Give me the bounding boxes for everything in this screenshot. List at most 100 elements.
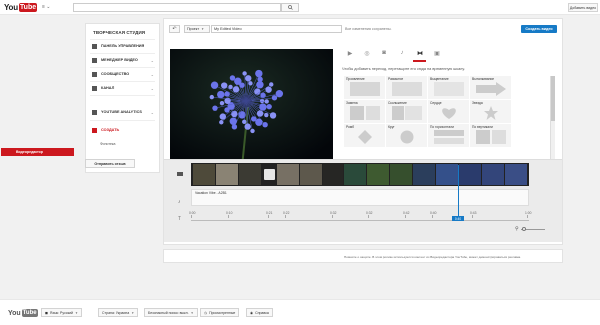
create-icon [92, 127, 97, 133]
editor-footer: Помните о защите. В этом ролике использу… [163, 249, 563, 263]
vertical-bars-icon [476, 130, 506, 144]
language-button[interactable]: ◼ Язык: Русский ▼ [41, 308, 83, 317]
guide-menu-button[interactable]: ≡ ⌄ [42, 4, 51, 10]
nav-subitem-audio-library[interactable]: Фонотека [100, 142, 115, 146]
page-footer: You Tube ◼ Язык: Русский ▼ Страна: Украи… [0, 299, 600, 325]
language-icon: ◼ [45, 310, 48, 315]
help-icon: ◉ [250, 310, 254, 315]
transition-vertical[interactable]: По вертикали [470, 124, 511, 147]
chevron-down-icon: ⌄ [150, 85, 154, 91]
tab-transitions[interactable]: ⧓ [414, 48, 426, 58]
video-preview[interactable] [170, 49, 333, 167]
safety-mode-button[interactable]: Безопасный поиск: выкл. ▼ [144, 308, 198, 317]
diamond-icon [358, 130, 372, 144]
nav-item-dashboard[interactable]: ПАНЕЛЬ УПРАВЛЕНИЯ [86, 40, 159, 52]
playhead[interactable] [458, 165, 459, 220]
ruler-tick [405, 215, 406, 218]
nav-item-label: YOUTUBE ANALYTICS [101, 110, 142, 114]
clip-thumbnail[interactable] [323, 164, 343, 185]
clip-thumbnail[interactable] [390, 164, 412, 185]
transition-label: По горизонтали [430, 125, 454, 129]
community-icon [92, 71, 97, 77]
search-icon [287, 5, 293, 10]
ruler-label: 0:43 [470, 211, 477, 215]
clip-thumbnail[interactable] [300, 164, 322, 185]
scrollbar-thumb[interactable] [551, 76, 555, 121]
video-editor-panel: ↶ Проект▼ Все изменения сохранены. Созда… [163, 18, 563, 245]
transition-circle[interactable]: Круг [386, 124, 427, 147]
project-title-input[interactable] [211, 25, 342, 33]
text-track-icon: T [178, 216, 182, 222]
search-input[interactable] [73, 3, 281, 12]
clip-thumbnail[interactable] [193, 164, 215, 185]
undo-button[interactable]: ↶ [169, 25, 180, 33]
tab-audio[interactable]: ♪ [396, 48, 408, 58]
divider [90, 120, 155, 121]
video-track-icon [177, 172, 183, 176]
ruler-tick [228, 215, 229, 218]
transition-push[interactable]: Выталкивание [470, 76, 511, 99]
transition-crossfade[interactable]: Проявление [344, 76, 385, 99]
ruler-label: 0:10 [226, 211, 233, 215]
audio-track[interactable] [191, 189, 529, 206]
clip-thumbnail[interactable] [367, 164, 389, 185]
clip-thumbnail[interactable] [505, 164, 527, 185]
transition-swap[interactable]: Замена [344, 100, 385, 123]
upload-button[interactable]: Добавить видео [568, 3, 598, 12]
dashboard-icon [92, 43, 97, 49]
playhead-time: 0:40 [452, 216, 464, 221]
transition-label: Выталкивание [472, 77, 495, 81]
clip-thumbnail[interactable] [459, 164, 481, 185]
transition-diamond[interactable]: Ромб [344, 124, 385, 147]
nav-item-create[interactable]: СОЗДАТЬ [86, 124, 159, 136]
country-button[interactable]: Страна: Украина ▼ [98, 308, 139, 317]
safety-label: Безопасный поиск: выкл. [148, 310, 189, 315]
zoom-slider-handle[interactable] [522, 227, 526, 231]
analytics-icon [92, 109, 97, 115]
tab-creative-commons[interactable]: ◎ [361, 48, 373, 58]
create-video-button[interactable]: Создать видео [521, 25, 557, 33]
logo-tube-text: Tube [18, 3, 38, 12]
transition-horizontal[interactable]: По горизонтали [428, 124, 469, 147]
logo-you-text: You [4, 3, 18, 12]
clip-thumbnail[interactable] [344, 164, 366, 185]
transition-heart[interactable]: Сердце [428, 100, 469, 123]
nav-subitem-label: Видеоредактор [16, 149, 43, 154]
nav-subitem-video-editor[interactable]: Видеоредактор [1, 148, 74, 156]
nav-item-community[interactable]: СООБЩЕСТВО ⌄ [86, 68, 159, 80]
ruler-tick [432, 215, 433, 218]
transition-label: Замена [346, 101, 358, 105]
youtube-logo[interactable]: You Tube [4, 2, 38, 13]
transition-fade[interactable]: Выцветание [428, 76, 469, 99]
search-button[interactable] [281, 3, 299, 12]
transition-blur[interactable]: Размытие [386, 76, 427, 99]
timeline-ruler[interactable] [191, 220, 529, 221]
clip-thumbnail[interactable] [413, 164, 435, 185]
tab-videos[interactable]: ▶ [344, 48, 356, 58]
nav-item-analytics[interactable]: YOUTUBE ANALYTICS ⌄ [86, 106, 159, 118]
tab-text[interactable]: ▣ [431, 48, 443, 58]
creator-studio-nav: ТВОРЧЕСКАЯ СТУДИЯ ПАНЕЛЬ УПРАВЛЕНИЯ МЕНЕ… [85, 23, 160, 173]
transition-star[interactable]: Звезда [470, 100, 511, 123]
heart-icon [442, 108, 456, 119]
clip-thumbnail[interactable] [482, 164, 504, 185]
clip-thumbnail[interactable] [436, 164, 458, 185]
logo-you-text: You [8, 309, 21, 317]
language-label: Язык: Русский [49, 310, 74, 315]
send-feedback-button[interactable]: Отправить отзыв [85, 159, 135, 168]
clip-thumbnail[interactable] [216, 164, 238, 185]
clip-thumbnail[interactable] [239, 164, 261, 185]
project-dropdown[interactable]: Проект ▼ [184, 25, 210, 33]
chevron-down-icon: ⌄ [150, 57, 154, 63]
transition-slide[interactable]: Скольжение [386, 100, 427, 123]
nav-item-video-manager[interactable]: МЕНЕДЖЕР ВИДЕО ⌄ [86, 54, 159, 66]
help-button[interactable]: ◉ Справка [246, 308, 273, 317]
nav-item-channel[interactable]: КАНАЛ ⌄ [86, 82, 159, 94]
transition-marker[interactable] [264, 169, 275, 180]
transition-label: Проявление [346, 77, 365, 81]
video-track[interactable] [191, 163, 529, 186]
tab-photos[interactable]: ◙ [378, 48, 390, 58]
footer-youtube-logo[interactable]: You Tube [8, 309, 38, 317]
clip-thumbnail[interactable] [277, 164, 299, 185]
history-button[interactable]: ◷ Просмотренные [200, 308, 240, 317]
